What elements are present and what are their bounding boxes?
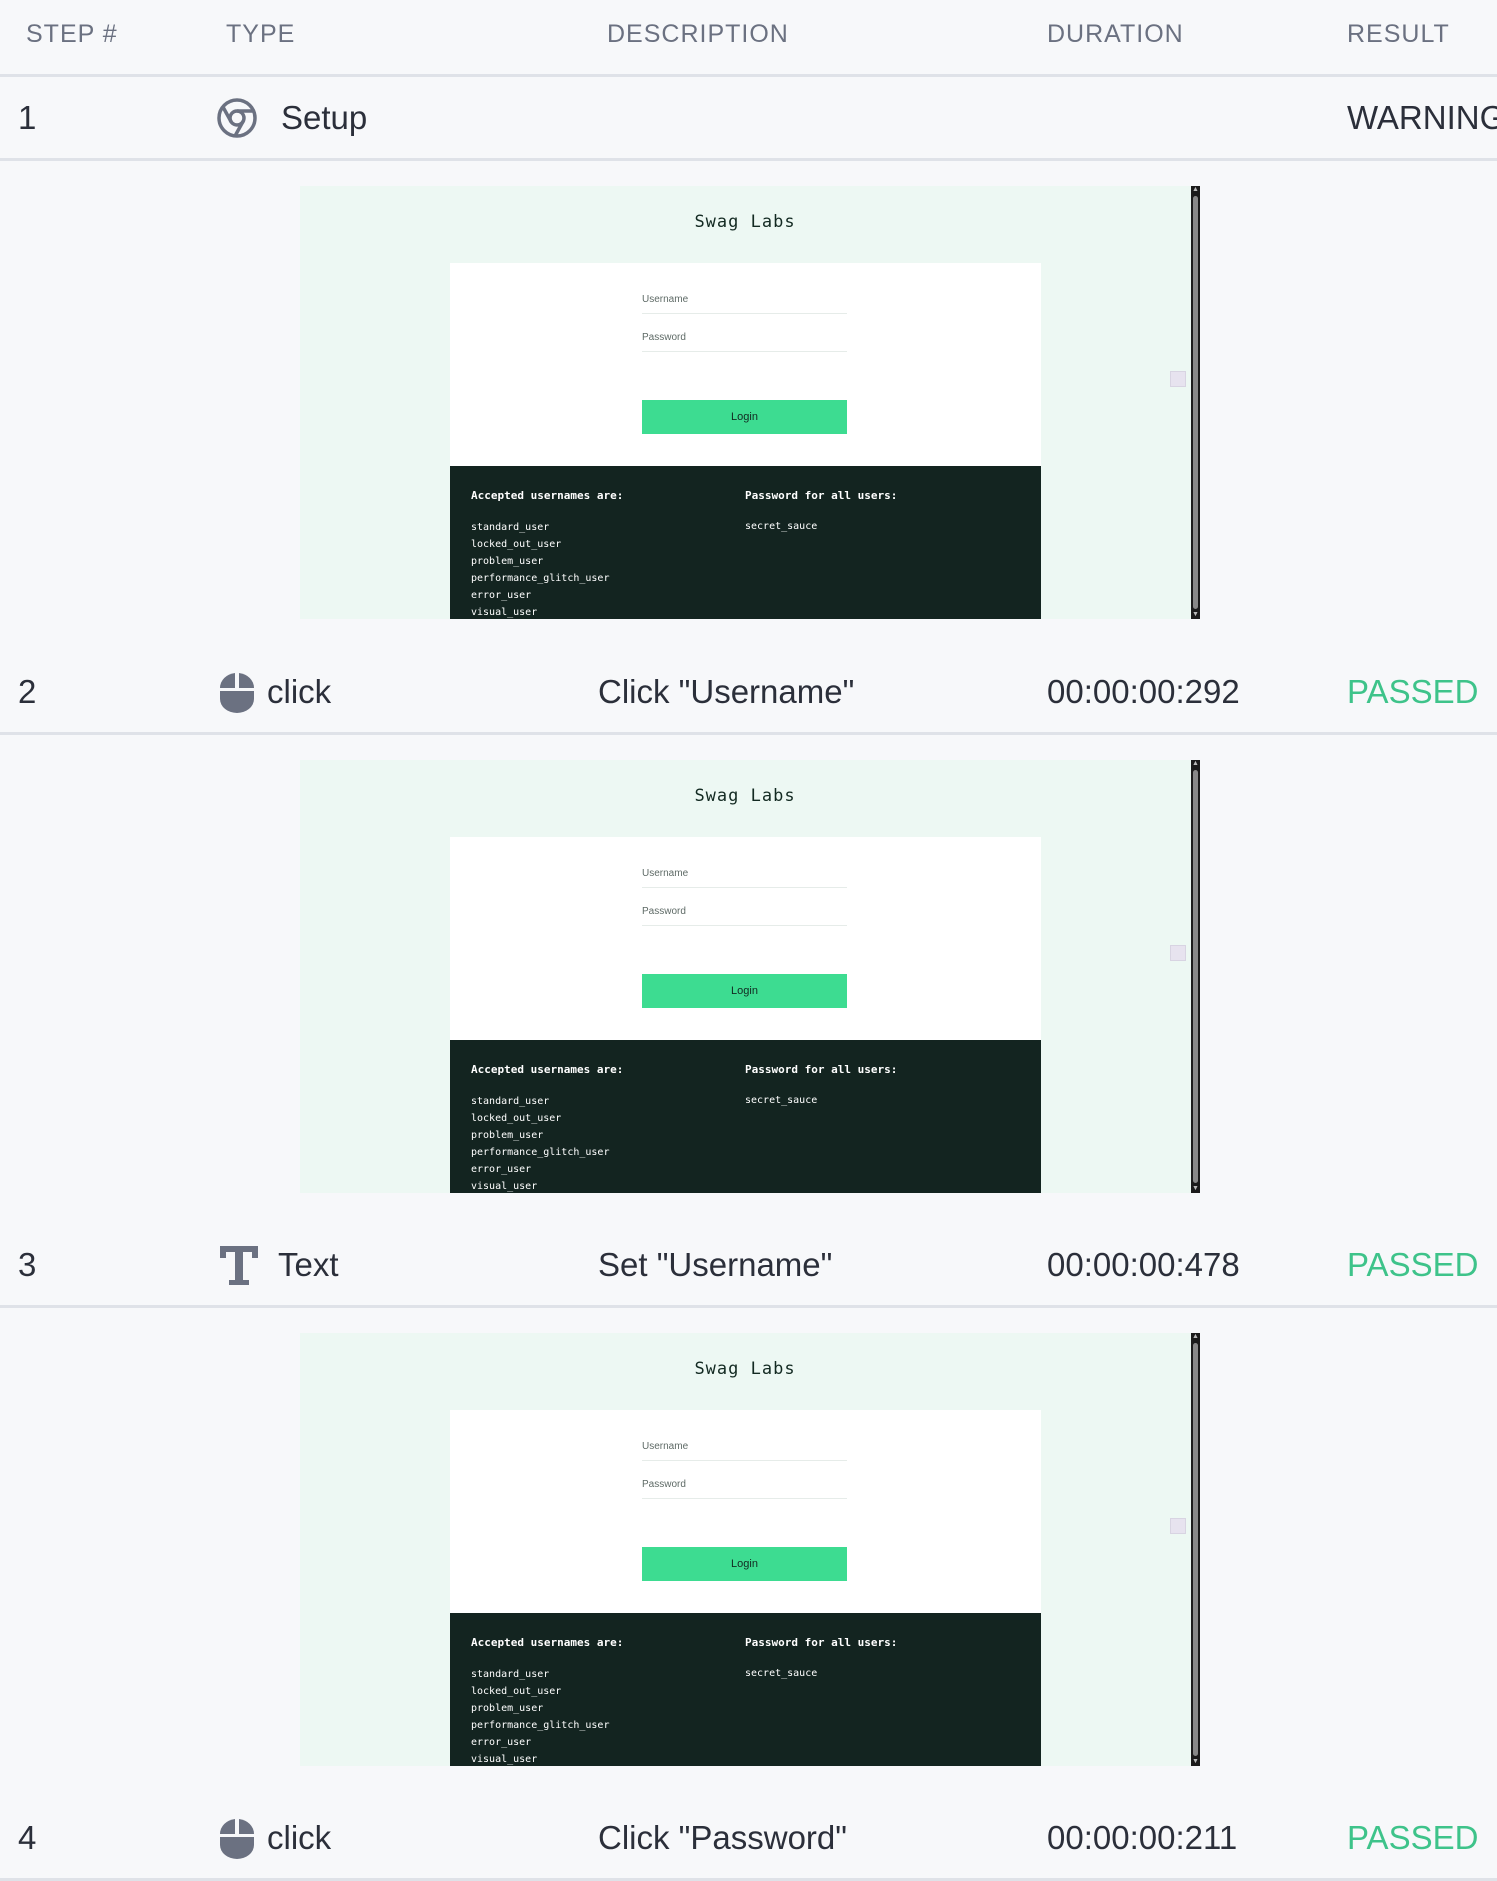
step-result: PASSED <box>1347 1246 1479 1283</box>
step-number: 4 <box>18 1819 37 1856</box>
table-header: STEP # TYPE DESCRIPTION DURATION RESULT <box>0 0 1497 77</box>
brand-title: Swag Labs <box>694 1359 796 1379</box>
credentials-panel: Accepted usernames are: standard_user loc… <box>450 466 1041 619</box>
step-result: PASSED <box>1347 673 1479 710</box>
username-field: Username <box>642 1422 847 1461</box>
col-duration: DURATION <box>1047 20 1184 48</box>
col-type: TYPE <box>226 20 296 48</box>
image-icon <box>1170 1518 1186 1534</box>
col-description: DESCRIPTION <box>607 20 789 48</box>
password-value: secret_sauce <box>745 1095 818 1106</box>
chrome-icon <box>217 98 257 138</box>
col-result: RESULT <box>1347 20 1450 48</box>
step-number: 2 <box>18 673 37 710</box>
step-result: PASSED <box>1347 1819 1479 1856</box>
table-row[interactable]: 2 click Click "Username" 00:00:00:292 PA… <box>0 651 1497 735</box>
password-heading: Password for all users: <box>745 1636 898 1649</box>
accepted-heading: Accepted usernames are: <box>471 1063 624 1076</box>
username-list: standard_user locked_out_user problem_user… <box>471 1096 610 1192</box>
table-row[interactable]: 3 Text Set "Username" 00:00:00:478 PASSE… <box>0 1224 1497 1308</box>
password-field: Password <box>642 887 847 926</box>
password-heading: Password for all users: <box>745 489 898 502</box>
step-result: WARNING <box>1347 99 1497 136</box>
accepted-heading: Accepted usernames are: <box>471 1636 624 1649</box>
step-duration: 00:00:00:292 <box>1047 673 1240 710</box>
login-button: Login <box>642 1547 847 1581</box>
password-field: Password <box>642 313 847 352</box>
step-type: Setup <box>281 99 368 136</box>
step-type: click <box>267 1819 332 1856</box>
password-value: secret_sauce <box>745 521 818 532</box>
text-icon <box>220 1246 258 1285</box>
image-icon <box>1170 371 1186 387</box>
accepted-heading: Accepted usernames are: <box>471 489 624 502</box>
login-button: Login <box>642 974 847 1008</box>
credentials-panel: Accepted usernames are: standard_user loc… <box>450 1613 1041 1766</box>
login-card: Username Password Login <box>450 837 1041 1040</box>
step-screenshot[interactable]: Swag Labs Username Password Login Accept… <box>300 760 1200 1193</box>
scrollbar[interactable]: ▲ ▼ <box>1191 186 1200 619</box>
brand-title: Swag Labs <box>694 786 796 806</box>
mouse-icon <box>219 673 255 713</box>
password-heading: Password for all users: <box>745 1063 898 1076</box>
step-number: 1 <box>18 99 37 136</box>
step-duration: 00:00:00:211 <box>1047 1819 1238 1856</box>
step-description: Click "Password" <box>598 1819 847 1856</box>
username-field: Username <box>642 849 847 888</box>
step-type: click <box>267 673 332 710</box>
username-list: standard_user locked_out_user problem_user… <box>471 522 610 618</box>
step-number: 3 <box>18 1246 37 1283</box>
step-type: Text <box>278 1246 339 1283</box>
col-step: STEP # <box>26 20 118 48</box>
login-card: Username Password Login <box>450 1410 1041 1613</box>
mouse-icon <box>219 1819 255 1859</box>
step-description: Click "Username" <box>598 673 855 710</box>
username-field: Username <box>642 275 847 314</box>
scrollbar[interactable]: ▲ ▼ <box>1191 760 1200 1193</box>
password-field: Password <box>642 1460 847 1499</box>
username-list: standard_user locked_out_user problem_user… <box>471 1669 610 1765</box>
image-icon <box>1170 945 1186 961</box>
step-screenshot[interactable]: Swag Labs Username Password Login Accept… <box>300 186 1200 619</box>
login-button: Login <box>642 400 847 434</box>
step-description: Set "Username" <box>598 1246 833 1283</box>
password-value: secret_sauce <box>745 1668 818 1679</box>
credentials-panel: Accepted usernames are: standard_user loc… <box>450 1040 1041 1193</box>
scrollbar[interactable]: ▲ ▼ <box>1191 1333 1200 1766</box>
step-screenshot[interactable]: Swag Labs Username Password Login Accept… <box>300 1333 1200 1766</box>
login-card: Username Password Login <box>450 263 1041 466</box>
table-row[interactable]: 4 click Click "Password" 00:00:00:211 PA… <box>0 1797 1497 1881</box>
table-row[interactable]: 1 Setup WARNING <box>0 77 1497 161</box>
step-duration: 00:00:00:478 <box>1047 1246 1240 1283</box>
brand-title: Swag Labs <box>694 212 796 232</box>
